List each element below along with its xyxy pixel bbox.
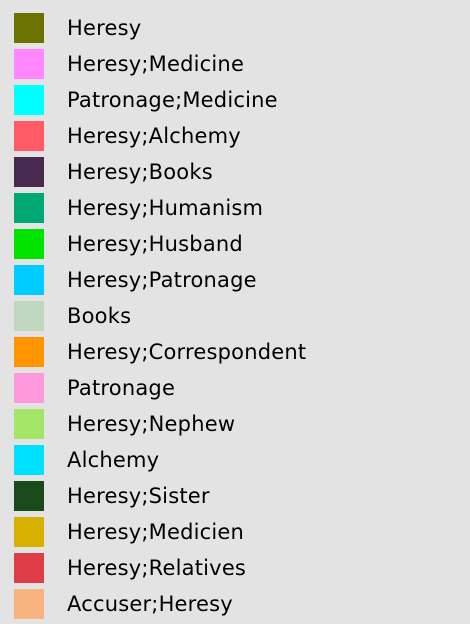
legend-swatch [14, 301, 44, 331]
legend-label: Patronage [67, 376, 176, 400]
legend-item-heresy-books: Heresy;Books [0, 154, 470, 190]
legend-swatch [14, 229, 44, 259]
legend-item-alchemy: Alchemy [0, 442, 470, 478]
legend-item-heresy-humanism: Heresy;Humanism [0, 190, 470, 226]
legend-swatch [14, 517, 44, 547]
legend-swatch [14, 553, 44, 583]
legend-label: Heresy;Sister [67, 484, 210, 508]
legend-label: Heresy [67, 16, 142, 40]
legend-label: Heresy;Correspondent [67, 340, 307, 364]
legend-label: Heresy;Relatives [67, 556, 247, 580]
legend-label: Heresy;Husband [67, 232, 243, 256]
legend-item-heresy-husband: Heresy;Husband [0, 226, 470, 262]
legend-item-accuser-heresy: Accuser;Heresy [0, 586, 470, 622]
legend-label: Heresy;Books [67, 160, 213, 184]
legend-label: Heresy;Medicine [67, 52, 245, 76]
legend-item-heresy-medicien: Heresy;Medicien [0, 514, 470, 550]
legend-label: Books [67, 304, 132, 328]
legend-label: Alchemy [67, 448, 160, 472]
legend-label: Heresy;Alchemy [67, 124, 241, 148]
legend-swatch [14, 193, 44, 223]
legend-label: Heresy;Nephew [67, 412, 236, 436]
legend-swatch [14, 445, 44, 475]
legend-swatch [14, 589, 44, 619]
legend-item-heresy-correspondent: Heresy;Correspondent [0, 334, 470, 370]
legend-swatch [14, 157, 44, 187]
legend-item-heresy-relatives: Heresy;Relatives [0, 550, 470, 586]
legend-swatch [14, 373, 44, 403]
legend-swatch [14, 121, 44, 151]
legend-item-patronage: Patronage [0, 370, 470, 406]
legend-panel: Heresy Heresy;Medicine Patronage;Medicin… [0, 0, 470, 624]
legend-label: Heresy;Patronage [67, 268, 257, 292]
legend-label: Heresy;Humanism [67, 196, 264, 220]
legend-item-patronage-medicine: Patronage;Medicine [0, 82, 470, 118]
legend-item-heresy-nephew: Heresy;Nephew [0, 406, 470, 442]
legend-item-heresy-medicine: Heresy;Medicine [0, 46, 470, 82]
legend-swatch [14, 409, 44, 439]
legend-item-heresy-alchemy: Heresy;Alchemy [0, 118, 470, 154]
legend-label: Accuser;Heresy [67, 592, 233, 616]
legend-item-heresy-sister: Heresy;Sister [0, 478, 470, 514]
legend-swatch [14, 481, 44, 511]
legend-swatch [14, 337, 44, 367]
legend-item-books: Books [0, 298, 470, 334]
legend-swatch [14, 85, 44, 115]
legend-item-heresy-patronage: Heresy;Patronage [0, 262, 470, 298]
legend-item-heresy: Heresy [0, 10, 470, 46]
legend-swatch [14, 13, 44, 43]
legend-label: Patronage;Medicine [67, 88, 278, 112]
legend-swatch [14, 265, 44, 295]
legend-label: Heresy;Medicien [67, 520, 245, 544]
legend-swatch [14, 49, 44, 79]
